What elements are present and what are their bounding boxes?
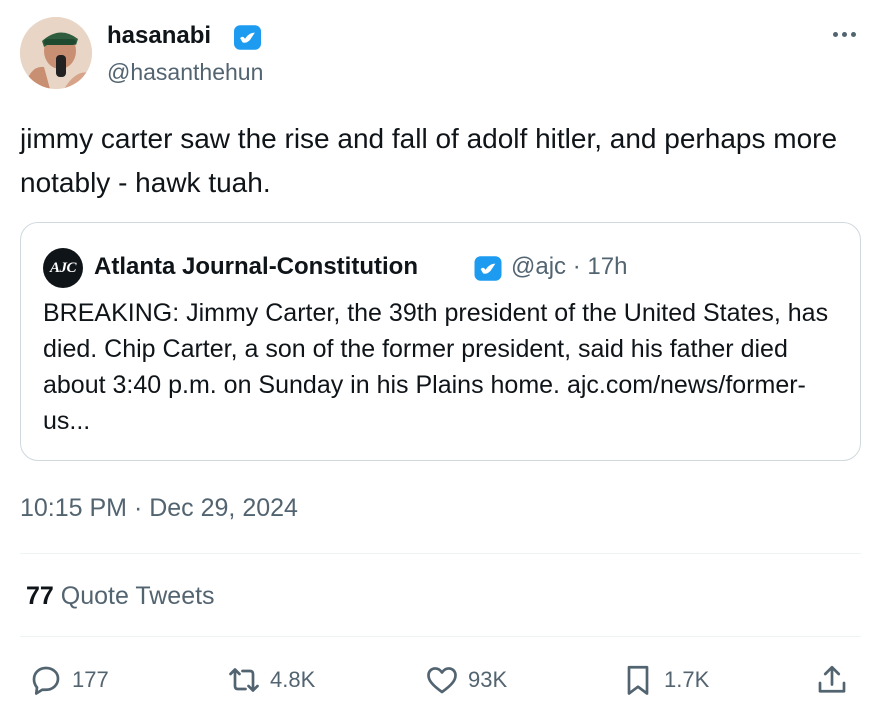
heart-icon	[427, 667, 457, 694]
retweet-count: 4.8K	[270, 667, 316, 692]
retweet-button[interactable]: 4.8K	[226, 660, 315, 700]
divider	[20, 553, 861, 554]
tweet-text: jimmy carter saw the rise and fall of ad…	[20, 123, 838, 198]
verified-badge-icon	[234, 25, 261, 50]
reply-button[interactable]: 177	[28, 660, 109, 700]
quote-tweets-label: Quote Tweets	[60, 582, 215, 610]
quoted-tweet-text: BREAKING: Jimmy Carter, the 39th preside…	[43, 299, 829, 435]
verified-badge-icon	[474, 256, 502, 281]
bookmark-button[interactable]: 1.7K	[620, 660, 709, 700]
retweet-icon	[229, 668, 259, 692]
like-count: 93K	[468, 667, 508, 692]
like-button[interactable]: 93K	[424, 660, 507, 700]
quoted-avatar[interactable]: AJC	[43, 248, 83, 288]
quote-tweets-link[interactable]: 77 Quote Tweets	[26, 580, 215, 612]
author-handle[interactable]: @hasanthehun	[107, 57, 263, 87]
quoted-tweet-card[interactable]: AJC Atlanta Journal-Constitution @ajc · …	[20, 222, 861, 461]
quoted-handle-time: @ajc · 17h	[511, 253, 628, 280]
avatar[interactable]	[20, 17, 92, 89]
reply-icon	[32, 666, 60, 695]
divider	[20, 636, 861, 637]
author-display-name[interactable]: hasanabi	[107, 20, 211, 52]
avatar-photo	[20, 17, 92, 89]
quote-tweets-count: 77	[26, 582, 54, 610]
more-options-icon[interactable]	[828, 22, 860, 46]
share-button[interactable]	[814, 660, 850, 700]
tweet-timestamp[interactable]: 10:15 PM · Dec 29, 2024	[20, 492, 298, 524]
bookmark-icon	[627, 665, 649, 695]
quoted-display-name[interactable]: Atlanta Journal-Constitution	[94, 251, 418, 283]
reply-count: 177	[72, 667, 109, 692]
share-icon	[818, 665, 846, 693]
bookmark-count: 1.7K	[664, 667, 710, 692]
